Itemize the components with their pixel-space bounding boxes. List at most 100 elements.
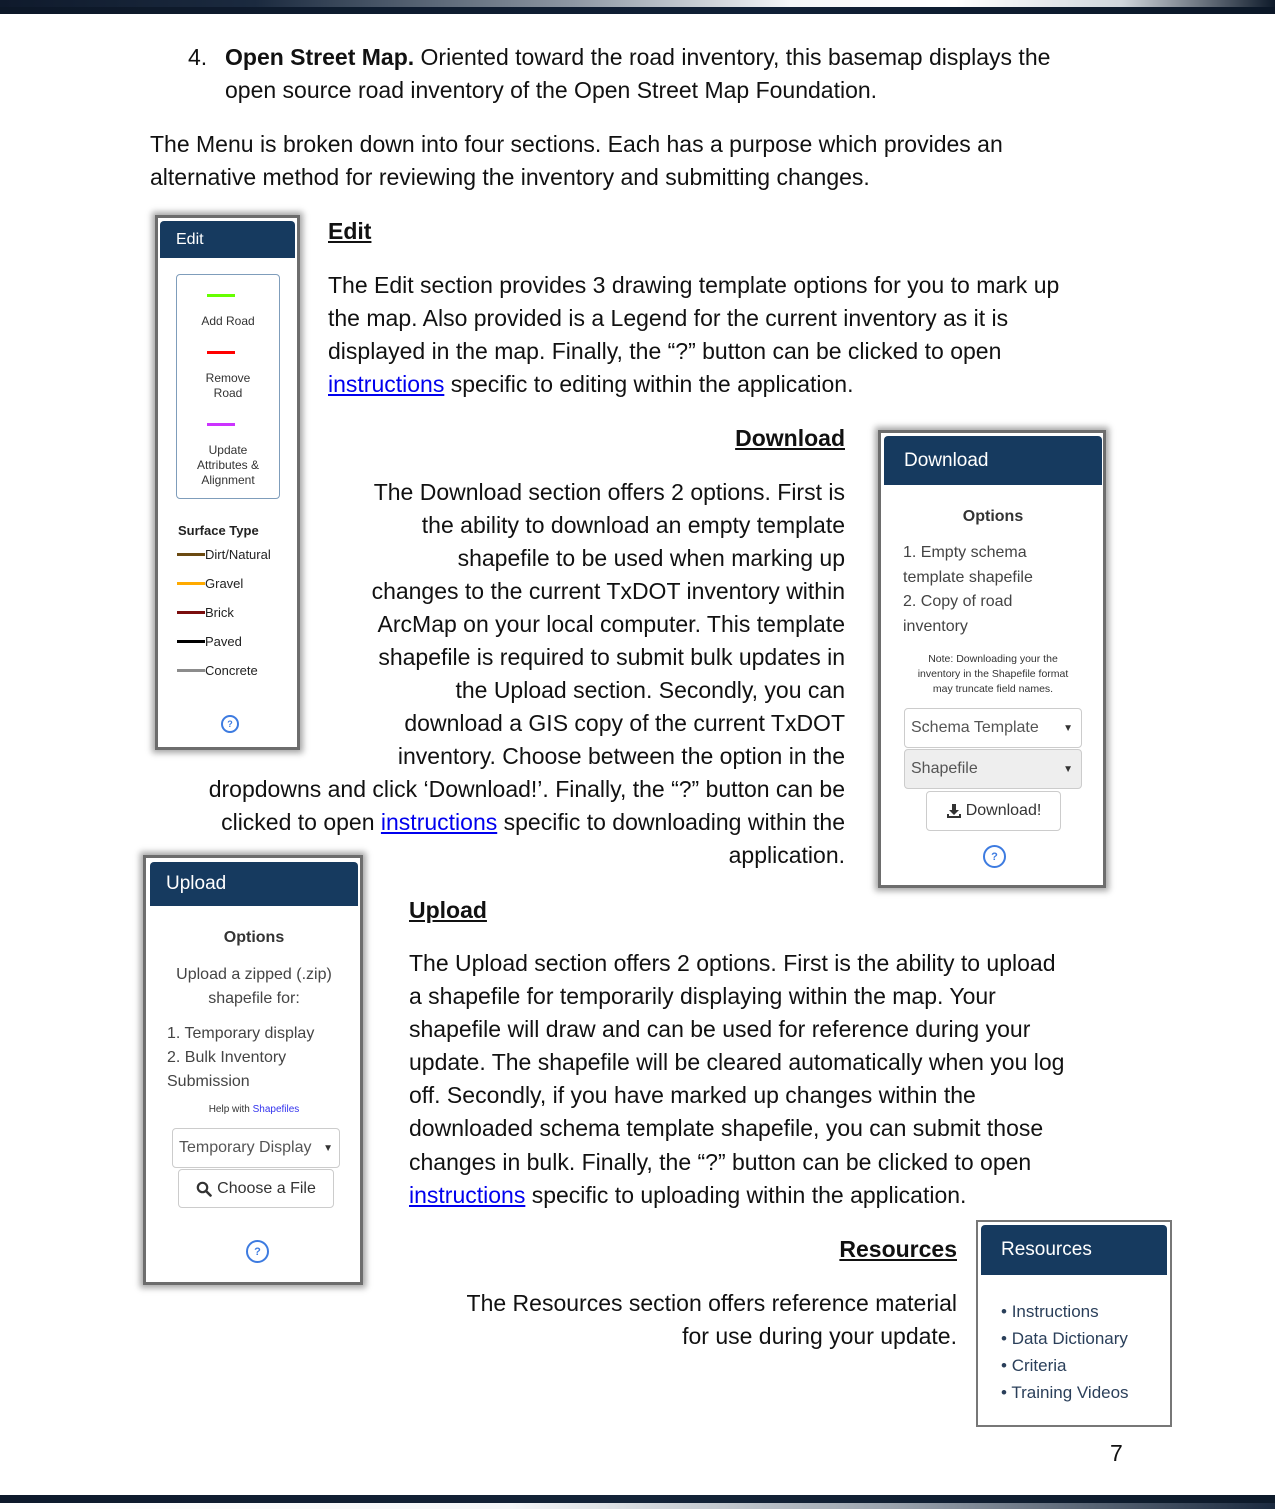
download-line-11-prefix: clicked to open <box>221 809 381 835</box>
note-line: may truncate field names. <box>932 683 1054 695</box>
legend-item-dirt: Dirt/Natural <box>177 547 271 562</box>
edit-instructions-link[interactable]: instructions <box>328 371 444 397</box>
list-item-osm: Open Street Map. Oriented toward the roa… <box>225 41 1050 74</box>
edit-heading: Edit <box>328 218 372 244</box>
download-note: Note: Downloading your the inventory in … <box>884 652 1102 697</box>
legend-label: Concrete <box>205 663 258 678</box>
download-line-11-suffix: specific to downloading within the <box>497 809 845 835</box>
header-band <box>0 0 1275 14</box>
resources-panel-title: Resources <box>981 1225 1167 1275</box>
resource-item-instructions[interactable]: • Instructions <box>1001 1298 1129 1325</box>
upload-mode-select[interactable]: Temporary Display ▼ <box>172 1128 340 1168</box>
download-format-select[interactable]: Shapefile ▼ <box>904 749 1082 789</box>
chevron-down-icon: ▼ <box>1063 722 1073 734</box>
resources-heading: Resources <box>839 1236 957 1262</box>
download-line-5: ArcMap on your local computer. This temp… <box>377 611 845 637</box>
edit-line-2: the map. Also provided is a Legend for t… <box>328 305 1009 331</box>
upload-mode-value: Temporary Display <box>179 1139 312 1156</box>
list-number: 4. <box>188 44 208 70</box>
edit-line-3: displayed in the map. Finally, the “?” b… <box>328 338 1002 364</box>
download-heading: Download <box>735 425 845 451</box>
legend-swatch-icon <box>177 582 205 585</box>
page-number: 7 <box>1110 1440 1123 1466</box>
note-line: inventory in the Shapefile format <box>917 668 1069 680</box>
download-line-4: changes to the current TxDOT inventory w… <box>371 578 845 604</box>
upload-line-1: The Upload section offers 2 options. Fir… <box>409 950 1056 976</box>
download-panel-screenshot: Download Options 1. Empty schema templat… <box>878 430 1106 888</box>
download-panel-title: Download <box>884 436 1102 485</box>
legend-label: Brick <box>205 605 234 620</box>
legend-label: Gravel <box>205 576 244 591</box>
menu-paragraph-1: The Menu is broken down into four sectio… <box>150 131 1003 157</box>
list-item-title: Open Street Map. <box>225 44 415 70</box>
resource-label: Data Dictionary <box>1011 1329 1128 1348</box>
download-line-3: shapefile to be used when marking up <box>457 545 845 571</box>
download-option-line: inventory <box>903 617 968 635</box>
download-option-line: 2. Copy of road <box>903 593 1013 610</box>
edit-panel-screenshot: Edit Add Road Remove Road Update Attribu… <box>155 215 300 750</box>
legend-swatch-icon <box>177 669 205 672</box>
legend-item-paved: Paved <box>177 634 242 649</box>
menu-paragraph-2: alternative method for reviewing the inv… <box>150 164 870 190</box>
resources-list: • Instructions • Data Dictionary • Crite… <box>1001 1298 1129 1406</box>
legend-swatch-icon <box>177 640 205 643</box>
upload-option-line: 1. Temporary display <box>167 1025 315 1042</box>
resource-label: Criteria <box>1011 1356 1067 1375</box>
upload-instructions-link[interactable]: instructions <box>409 1182 525 1208</box>
resource-item-criteria[interactable]: • Criteria <box>1001 1352 1129 1379</box>
upload-line-4: update. The shapefile will be cleared au… <box>409 1049 1065 1075</box>
upload-panel-screenshot: Upload Options Upload a zipped (.zip) sh… <box>143 855 363 1285</box>
legend-item-concrete: Concrete <box>177 663 258 678</box>
edit-line-1: The Edit section provides 3 drawing temp… <box>328 272 1060 298</box>
upload-options-title: Options <box>223 929 285 946</box>
upload-help-text: Help with Shapefiles <box>150 1104 358 1115</box>
upload-help-button[interactable]: ? <box>246 1240 269 1263</box>
resources-line-1: The Resources section offers reference m… <box>466 1290 957 1316</box>
upload-options-list: 1. Temporary display 2. Bulk Inventory S… <box>167 1022 314 1094</box>
download-line-2: the ability to download an empty templat… <box>421 512 845 538</box>
upload-line-8: instructions specific to uploading withi… <box>409 1179 966 1212</box>
upload-line-8-text: specific to uploading within the applica… <box>525 1182 967 1208</box>
add-road-tool[interactable]: Add Road <box>177 275 279 335</box>
resource-item-training-videos[interactable]: • Training Videos <box>1001 1379 1129 1406</box>
list-item-text: Oriented toward the road inventory, this… <box>414 44 1051 70</box>
legend-swatch-icon <box>177 553 205 556</box>
add-road-label: Add Road <box>201 314 255 328</box>
choose-file-button[interactable]: Choose a File <box>178 1169 334 1208</box>
choose-file-label: Choose a File <box>217 1179 316 1197</box>
chevron-down-icon: ▼ <box>323 1142 333 1154</box>
edit-help-button[interactable]: ? <box>221 715 239 733</box>
download-line-9: inventory. Choose between the option in … <box>397 743 845 769</box>
download-option-line: template shapefile <box>903 568 1033 586</box>
download-instructions-link[interactable]: instructions <box>381 809 497 835</box>
resource-label: Training Videos <box>1011 1383 1129 1402</box>
update-attributes-tool[interactable]: Update Attributes & Alignment <box>177 405 279 495</box>
download-button[interactable]: Download! <box>926 791 1061 831</box>
download-line-8: download a GIS copy of the current TxDOT <box>404 710 845 736</box>
upload-panel-title: Upload <box>150 862 358 906</box>
upload-intro: Upload a zipped (.zip) shapefile for: <box>150 963 358 1011</box>
download-line-7: the Upload section. Secondly, you can <box>455 677 845 703</box>
resource-item-data-dictionary[interactable]: • Data Dictionary <box>1001 1325 1129 1352</box>
download-help-button[interactable]: ? <box>983 845 1006 868</box>
download-option-line: 1. Empty schema <box>903 544 1027 561</box>
legend-title: Surface Type <box>178 523 259 538</box>
remove-road-tool[interactable]: Remove Road <box>177 337 279 403</box>
download-type-value: Schema Template <box>911 719 1039 736</box>
legend-label: Paved <box>205 634 242 649</box>
download-line-6: shapefile is required to submit bulk upd… <box>378 644 845 670</box>
chevron-down-icon: ▼ <box>1063 763 1073 775</box>
legend-swatch-icon <box>177 611 205 614</box>
legend-item-gravel: Gravel <box>177 576 243 591</box>
upload-intro-line: shapefile for: <box>208 990 300 1007</box>
shapefiles-help-link[interactable]: Shapefiles <box>253 1104 300 1115</box>
footer-band <box>0 1495 1275 1509</box>
download-type-select[interactable]: Schema Template ▼ <box>904 708 1082 748</box>
upload-option-line: Submission <box>167 1073 250 1090</box>
list-item-text-2: open source road inventory of the Open S… <box>225 77 878 103</box>
upload-option-line: 2. Bulk Inventory <box>167 1049 287 1066</box>
update-attributes-line-icon <box>207 423 235 426</box>
edit-tools-box: Add Road Remove Road Update Attributes &… <box>176 274 280 499</box>
resources-panel-screenshot: Resources • Instructions • Data Dictiona… <box>976 1220 1172 1427</box>
download-options-list: 1. Empty schema template shapefile 2. Co… <box>903 541 1033 639</box>
